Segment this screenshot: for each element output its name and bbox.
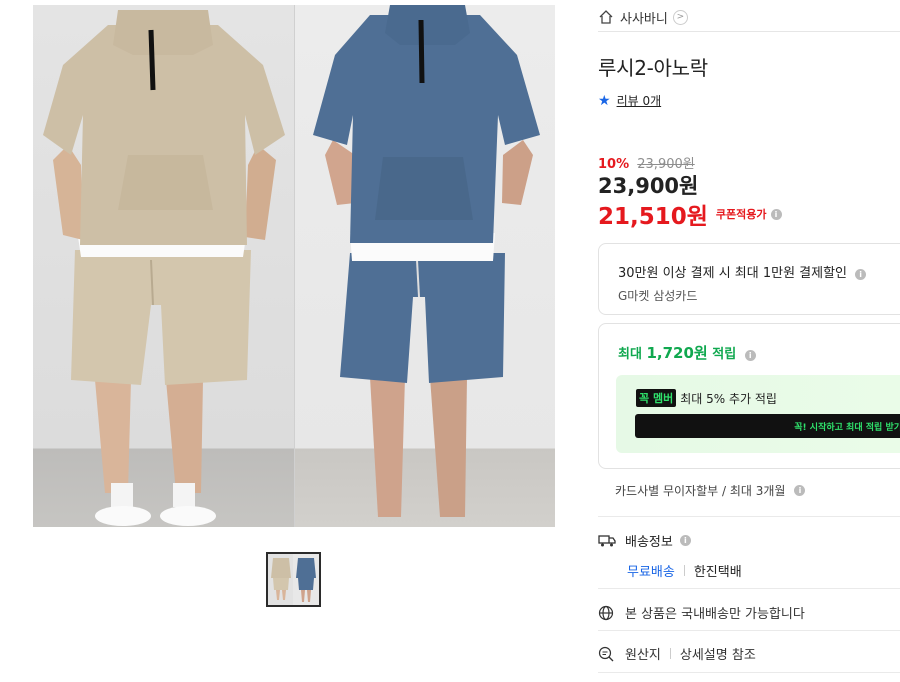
- search-doc-icon: [598, 646, 614, 661]
- sale-price: 23,900원: [598, 174, 699, 198]
- chevron-right-icon: >: [672, 9, 688, 25]
- card-promo-sub: G마켓 삼성카드: [618, 289, 698, 303]
- divider: [598, 31, 900, 32]
- shop-link[interactable]: 사사바니 >: [598, 9, 688, 27]
- origin-info: 원산지 상세설명 참조: [598, 644, 756, 663]
- info-icon[interactable]: i: [744, 350, 756, 361]
- divider: [598, 672, 900, 673]
- review-count: 리뷰 0개: [616, 94, 662, 108]
- origin-value: 상세설명 참조: [679, 648, 756, 663]
- star-icon: ★: [598, 92, 611, 109]
- shipping-title: 배송정보: [625, 535, 673, 550]
- divider: [598, 630, 900, 631]
- shipping-detail: 무료배송 한진택배: [627, 561, 900, 580]
- domestic-note-text: 본 상품은 국내배송만 가능합니다: [625, 607, 805, 622]
- blue-outfit-photo: [294, 5, 555, 527]
- info-icon[interactable]: i: [679, 535, 691, 546]
- free-shipping: 무료배송: [627, 565, 675, 580]
- member-benefit-text: 최대 5% 추가 적립: [680, 391, 777, 406]
- review-link[interactable]: ★ 리뷰 0개: [598, 92, 661, 109]
- installment-text: 카드사별 무이자할부 / 최대 3개월: [615, 484, 786, 498]
- info-icon[interactable]: i: [770, 208, 782, 220]
- globe-icon: [598, 605, 614, 620]
- main-product-image[interactable]: [33, 5, 555, 527]
- member-badge-a: 꼭: [639, 392, 650, 405]
- points-max: 최대 1,720원 적립 i: [618, 342, 756, 363]
- thumbnail-strip: [266, 552, 321, 607]
- card-promo-box[interactable]: 30만원 이상 결제 시 최대 1만원 결제할인 i G마켓 삼성카드: [598, 243, 900, 315]
- member-badge-b: 멤버: [652, 392, 674, 405]
- shipping-head: 배송정보 i: [598, 531, 900, 550]
- origin-label: 원산지: [625, 648, 661, 663]
- courier-name: 한진택배: [693, 565, 742, 580]
- shop-name: 사사바니: [620, 11, 668, 27]
- card-promo-text: 30만원 이상 결제 시 최대 1만원 결제할인: [618, 266, 848, 281]
- coupon-price: 21,510원: [598, 204, 708, 230]
- points-suffix: 적립: [707, 347, 737, 362]
- shipping-info: 배송정보 i 무료배송 한진택배: [598, 531, 900, 580]
- points-box: 최대 1,720원 적립 i 꼭 멤버 최대 5% 추가 적립 꼭! 시작하고 …: [598, 323, 900, 469]
- info-icon[interactable]: i: [794, 485, 806, 496]
- info-icon[interactable]: i: [855, 269, 867, 280]
- beige-outfit-photo: [33, 5, 294, 527]
- coupon-label: 쿠폰적용가: [715, 208, 767, 221]
- home-icon: [599, 10, 613, 24]
- member-cta-button[interactable]: 꼭! 시작하고 최대 적립 받기: [635, 414, 900, 438]
- divider: [598, 588, 900, 589]
- installment-info: 카드사별 무이자할부 / 최대 3개월 i: [615, 482, 806, 499]
- member-badge: 꼭 멤버: [636, 389, 677, 407]
- member-line: 꼭 멤버 최대 5% 추가 적립: [636, 389, 777, 407]
- thumbnail-image[interactable]: [266, 552, 321, 607]
- points-prefix: 최대: [618, 347, 647, 362]
- divider: [683, 565, 685, 576]
- domestic-shipping-note: 본 상품은 국내배송만 가능합니다: [598, 603, 805, 622]
- card-promo-main: 30만원 이상 결제 시 최대 1만원 결제할인 i: [618, 262, 867, 281]
- divider: [598, 516, 900, 517]
- divider: [669, 648, 671, 659]
- coupon-price-row: 21,510원 쿠폰적용가 i: [598, 197, 782, 231]
- points-amount: 1,720원: [646, 344, 708, 362]
- product-title: 루시2-아노락: [598, 56, 708, 80]
- member-promo: 꼭 멤버 최대 5% 추가 적립 꼭! 시작하고 최대 적립 받기: [616, 375, 900, 453]
- truck-icon: [598, 534, 616, 546]
